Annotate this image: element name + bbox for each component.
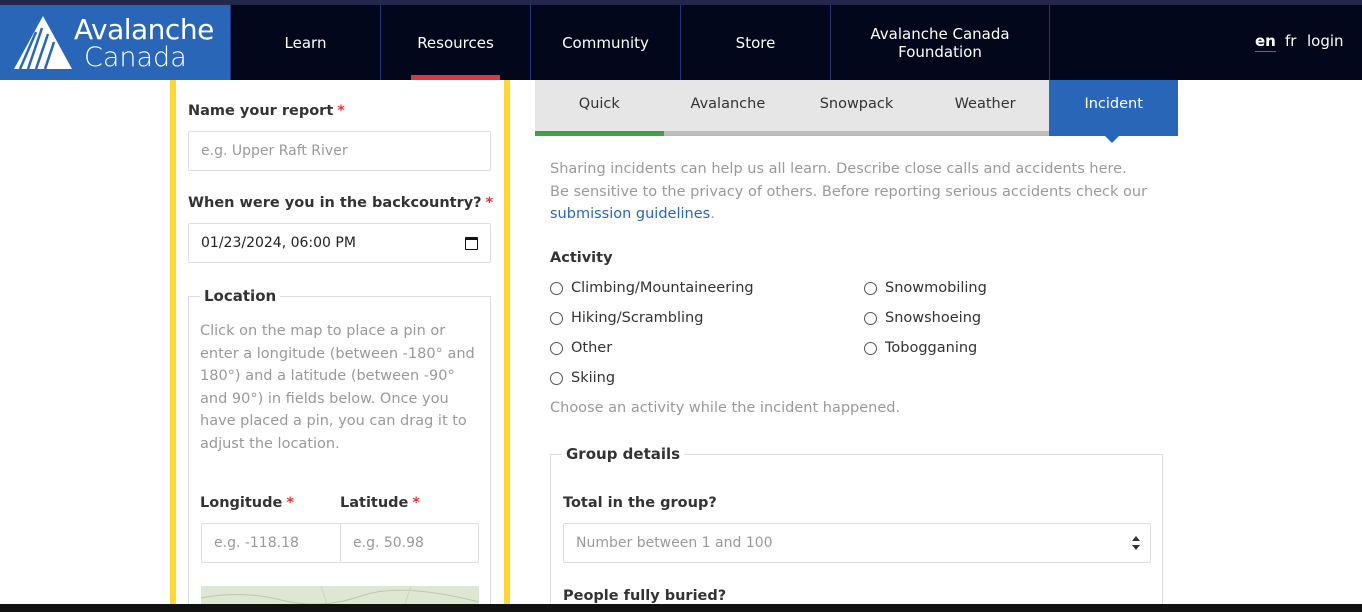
report-type-tabs: Quick Avalanche Snowpack Weather Inciden… xyxy=(535,80,1178,143)
radio-circle-icon xyxy=(550,341,563,355)
site-logo[interactable]: Avalanche Canada xyxy=(0,5,230,80)
required-mark: * xyxy=(412,495,420,511)
report-name-input[interactable]: e.g. Upper Raft River xyxy=(188,131,491,171)
lang-en-link[interactable]: en xyxy=(1255,32,1276,52)
group-details-legend: Group details xyxy=(562,445,685,463)
location-help-text: Click on the map to place a pin or enter… xyxy=(200,323,475,452)
fully-buried-label: People fully buried? xyxy=(563,588,727,604)
activity-radio-climbing[interactable]: Climbing/Mountaineering xyxy=(550,280,754,296)
report-details-panel: Name your report * e.g. Upper Raft River … xyxy=(170,80,510,612)
activity-radio-snowshoeing[interactable]: Snowshoeing xyxy=(864,310,981,326)
radio-circle-icon xyxy=(864,281,877,295)
number-spinner-icon[interactable] xyxy=(1132,536,1140,550)
nav-learn[interactable]: Learn xyxy=(230,5,380,80)
datetime-value: 01/23/2024, 06:00 PM xyxy=(201,235,356,251)
activity-radio-skiing[interactable]: Skiing xyxy=(550,370,615,386)
total-group-label: Total in the group? xyxy=(563,495,717,511)
submission-guidelines-link[interactable]: submission guidelines xyxy=(550,206,710,222)
radio-circle-icon xyxy=(550,311,563,325)
activity-radio-other[interactable]: Other xyxy=(550,340,612,356)
incident-intro-text: Sharing incidents can help us all learn.… xyxy=(550,161,1148,222)
tab-incident[interactable]: Incident xyxy=(1049,80,1178,143)
mountain-logo-icon xyxy=(14,16,72,70)
latitude-label: Latitude * xyxy=(340,495,420,511)
longitude-label: Longitude * xyxy=(200,495,294,511)
radio-circle-icon xyxy=(864,341,877,355)
login-link[interactable]: login xyxy=(1307,32,1344,50)
radio-circle-icon xyxy=(550,371,563,385)
lang-fr-link[interactable]: fr xyxy=(1285,32,1296,50)
tab-avalanche[interactable]: Avalanche xyxy=(663,80,793,136)
location-legend: Location xyxy=(200,287,281,305)
calendar-icon[interactable] xyxy=(465,237,478,250)
logo-text-line2: Canada xyxy=(84,42,187,73)
required-mark: * xyxy=(286,495,294,511)
tab-quick[interactable]: Quick xyxy=(535,80,664,136)
radio-circle-icon xyxy=(550,281,563,295)
when-label: When were you in the backcountry? * xyxy=(188,195,494,211)
tab-snowpack[interactable]: Snowpack xyxy=(792,80,921,136)
latitude-input[interactable]: e.g. 50.98 xyxy=(340,523,479,563)
total-group-input[interactable]: Number between 1 and 100 xyxy=(563,523,1151,563)
main-nav: Learn Resources Community Store Avalanch… xyxy=(230,5,1050,80)
activity-label: Activity xyxy=(550,250,613,266)
datetime-input[interactable]: 01/23/2024, 06:00 PM xyxy=(188,223,491,263)
site-header: Avalanche Canada Learn Resources Communi… xyxy=(0,5,1362,80)
tab-weather[interactable]: Weather xyxy=(920,80,1050,136)
activity-radio-snowmobiling[interactable]: Snowmobiling xyxy=(864,280,987,296)
nav-community[interactable]: Community xyxy=(530,5,680,80)
nav-store[interactable]: Store xyxy=(680,5,830,80)
activity-hint: Choose an activity while the incident ha… xyxy=(550,400,901,416)
radio-circle-icon xyxy=(864,311,877,325)
required-mark: * xyxy=(337,103,345,119)
logo-text-line1: Avalanche xyxy=(74,13,214,46)
longitude-input[interactable]: e.g. -118.18 xyxy=(201,523,341,563)
bottom-bar xyxy=(0,604,1362,612)
required-mark: * xyxy=(485,195,494,211)
nav-foundation[interactable]: Avalanche Canada Foundation xyxy=(830,5,1050,80)
activity-radio-hiking[interactable]: Hiking/Scrambling xyxy=(550,310,703,326)
name-label: Name your report * xyxy=(188,103,345,119)
nav-resources[interactable]: Resources xyxy=(380,5,530,80)
activity-radio-tobogganing[interactable]: Tobogganing xyxy=(864,340,977,356)
